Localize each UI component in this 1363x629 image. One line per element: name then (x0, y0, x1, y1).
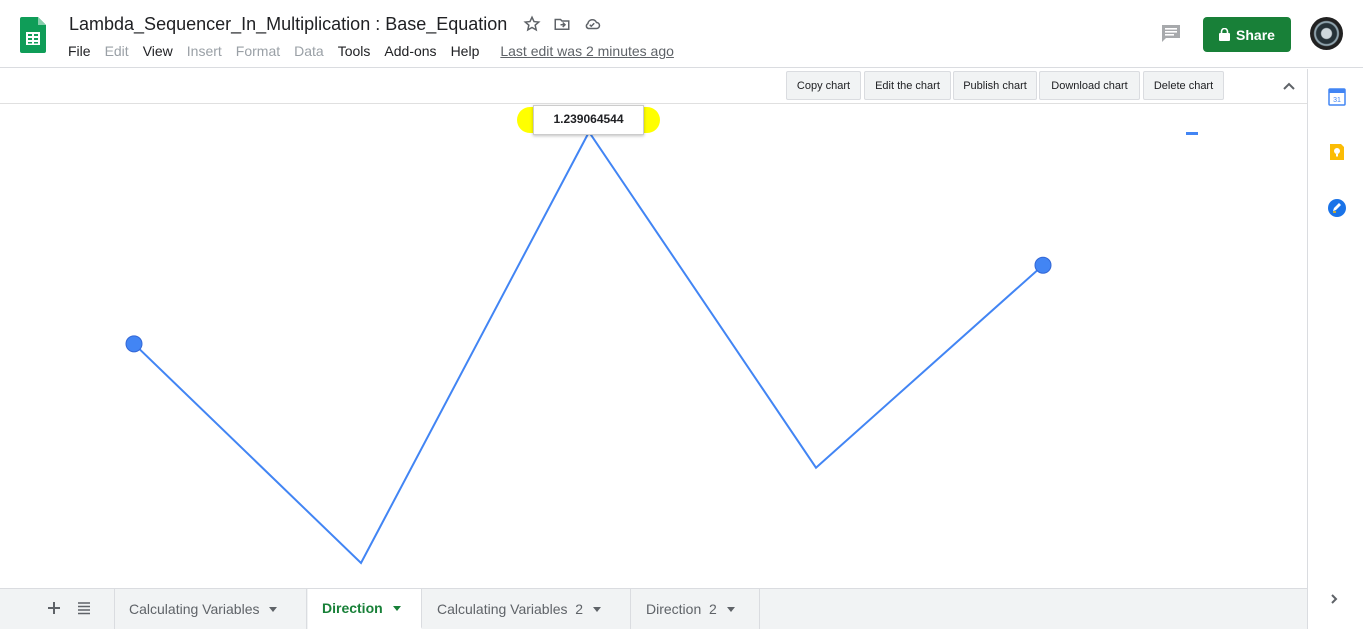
side-panel: 31 (1307, 69, 1363, 629)
menu-tools[interactable]: Tools (338, 43, 371, 59)
expand-side-panel-chevron-icon[interactable] (1327, 592, 1341, 606)
account-avatar[interactable] (1310, 17, 1343, 50)
tab-dropdown-icon[interactable] (269, 606, 278, 612)
delete-chart-button[interactable]: Delete chart (1143, 71, 1224, 100)
tooltip-value: 1.239064544 (553, 112, 624, 126)
data-point-marker[interactable] (125, 335, 143, 353)
keep-icon[interactable] (1328, 143, 1346, 161)
tab-dropdown-icon[interactable] (593, 606, 602, 612)
copy-chart-button[interactable]: Copy chart (786, 71, 861, 100)
menu-insert[interactable]: Insert (187, 43, 222, 59)
menu-edit[interactable]: Edit (105, 43, 129, 59)
chart-area[interactable] (0, 104, 1307, 588)
tab-calculating-variables-2[interactable]: Calculating Variables 2 (423, 589, 631, 629)
tab-label: Direction 2 (646, 601, 717, 617)
menu-view[interactable]: View (143, 43, 173, 59)
share-label: Share (1236, 26, 1275, 43)
document-title[interactable]: Lambda_Sequencer_In_Multiplication : Bas… (69, 14, 507, 35)
download-chart-button[interactable]: Download chart (1039, 71, 1140, 100)
publish-chart-button[interactable]: Publish chart (953, 71, 1037, 100)
menu-format[interactable]: Format (236, 43, 280, 59)
menu-data[interactable]: Data (294, 43, 324, 59)
menu-add-ons[interactable]: Add-ons (384, 43, 436, 59)
menu-bar: File Edit View Insert Format Data Tools Add-ons… (68, 43, 674, 59)
chart-toolbar: Copy chart Edit the chart Publish chart … (0, 69, 1307, 104)
sheets-logo-icon[interactable] (20, 17, 46, 53)
data-point-marker[interactable] (1034, 256, 1052, 274)
series-line[interactable] (133, 130, 1044, 565)
move-to-folder-icon[interactable] (553, 15, 571, 33)
tab-dropdown-icon[interactable] (726, 606, 735, 612)
tab-label: Calculating Variables 2 (437, 601, 584, 617)
last-edit-link[interactable]: Last edit was 2 minutes ago (500, 43, 674, 59)
calendar-icon[interactable]: 31 (1328, 88, 1346, 106)
sheet-tab-bar: Calculating Variables Direction Calculat… (0, 588, 1307, 629)
share-button[interactable]: Share (1203, 17, 1291, 52)
tab-label: Calculating Variables (129, 601, 260, 617)
tab-dropdown-icon[interactable] (392, 605, 401, 611)
edit-chart-button[interactable]: Edit the chart (864, 71, 951, 100)
title-icons (523, 15, 601, 33)
tab-calculating-variables[interactable]: Calculating Variables (114, 589, 307, 629)
star-icon[interactable] (523, 15, 541, 33)
cloud-status-icon[interactable] (583, 15, 601, 33)
all-sheets-menu-icon[interactable] (76, 600, 92, 616)
lock-icon (1219, 28, 1231, 41)
tab-direction-2[interactable]: Direction 2 (632, 589, 760, 629)
collapse-chevron-up-icon[interactable] (1281, 79, 1297, 93)
comment-icon[interactable] (1160, 24, 1182, 44)
add-sheet-icon[interactable] (46, 600, 62, 616)
top-bar: Lambda_Sequencer_In_Multiplication : Bas… (0, 0, 1363, 68)
tasks-icon[interactable] (1328, 199, 1346, 217)
calendar-day: 31 (1333, 97, 1341, 104)
tab-direction[interactable]: Direction (308, 589, 422, 629)
legend-series-swatch (1186, 132, 1198, 135)
menu-help[interactable]: Help (451, 43, 480, 59)
menu-file[interactable]: File (68, 43, 91, 59)
line-chart[interactable] (0, 104, 1307, 588)
tab-label: Direction (322, 600, 383, 616)
